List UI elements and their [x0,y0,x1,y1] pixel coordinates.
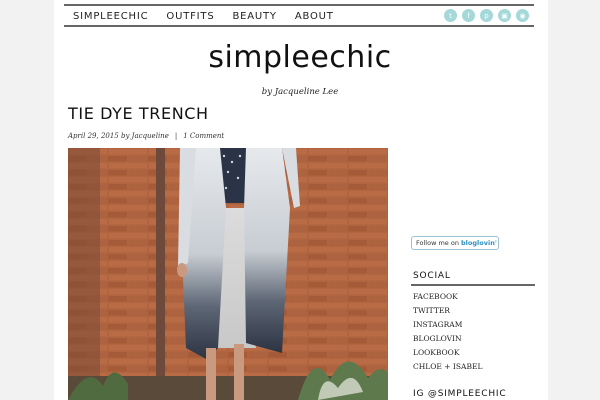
social-icons: t f p ▣ ◉ [444,9,529,22]
nav-item-beauty[interactable]: BEAUTY [232,11,276,22]
post-meta: April 29, 2015 by Jacqueline | 1 Comment [68,132,224,140]
bloglovin-follow-button[interactable]: Follow me on bloglovin' [411,236,499,250]
nav-item-outfits[interactable]: OUTFITS [166,11,214,22]
bloglovin-prefix: Follow me on [416,239,459,247]
main-nav: SIMPLEECHIC OUTFITS BEAUTY ABOUT [73,11,334,22]
post-date: April 29, 2015 [68,132,119,140]
nav-item-simpleechic[interactable]: SIMPLEECHIC [73,11,148,22]
social-link-bloglovin[interactable]: BLOGLOVIN [413,332,482,346]
nav-item-about[interactable]: ABOUT [295,11,334,22]
top-navigation-bar: SIMPLEECHIC OUTFITS BEAUTY ABOUT t f p ▣… [64,4,534,27]
bloglovin-brand: bloglovin' [461,239,497,247]
social-link-lookbook[interactable]: LOOKBOOK [413,346,482,360]
post-photo[interactable] [68,148,388,400]
pinterest-icon[interactable]: p [480,9,493,22]
site-title[interactable]: simpleechic [0,40,600,75]
post-author-prefix: by [121,132,130,140]
meta-separator: | [174,132,178,140]
social-widget-divider [411,284,535,286]
social-link-instagram[interactable]: INSTAGRAM [413,318,482,332]
social-link-facebook[interactable]: FACEBOOK [413,290,482,304]
post-author[interactable]: Jacqueline [132,132,169,140]
post-photo-illustration [68,148,388,400]
post-title[interactable]: TIE DYE TRENCH [68,104,209,123]
post-comments-link[interactable]: 1 Comment [183,132,224,140]
facebook-icon[interactable]: f [462,9,475,22]
twitter-icon[interactable]: t [444,9,457,22]
instagram-icon[interactable]: ▣ [498,9,511,22]
site-byline: by Jacqueline Lee [261,87,339,97]
social-link-twitter[interactable]: TWITTER [413,304,482,318]
rss-icon[interactable]: ◉ [516,9,529,22]
social-widget-title: SOCIAL [413,271,451,281]
instagram-widget-title: IG @SIMPLEECHIC [413,389,507,399]
social-link-chloe-isabel[interactable]: CHLOE + ISABEL [413,360,482,374]
social-links-list: FACEBOOK TWITTER INSTAGRAM BLOGLOVIN LOO… [413,290,482,374]
